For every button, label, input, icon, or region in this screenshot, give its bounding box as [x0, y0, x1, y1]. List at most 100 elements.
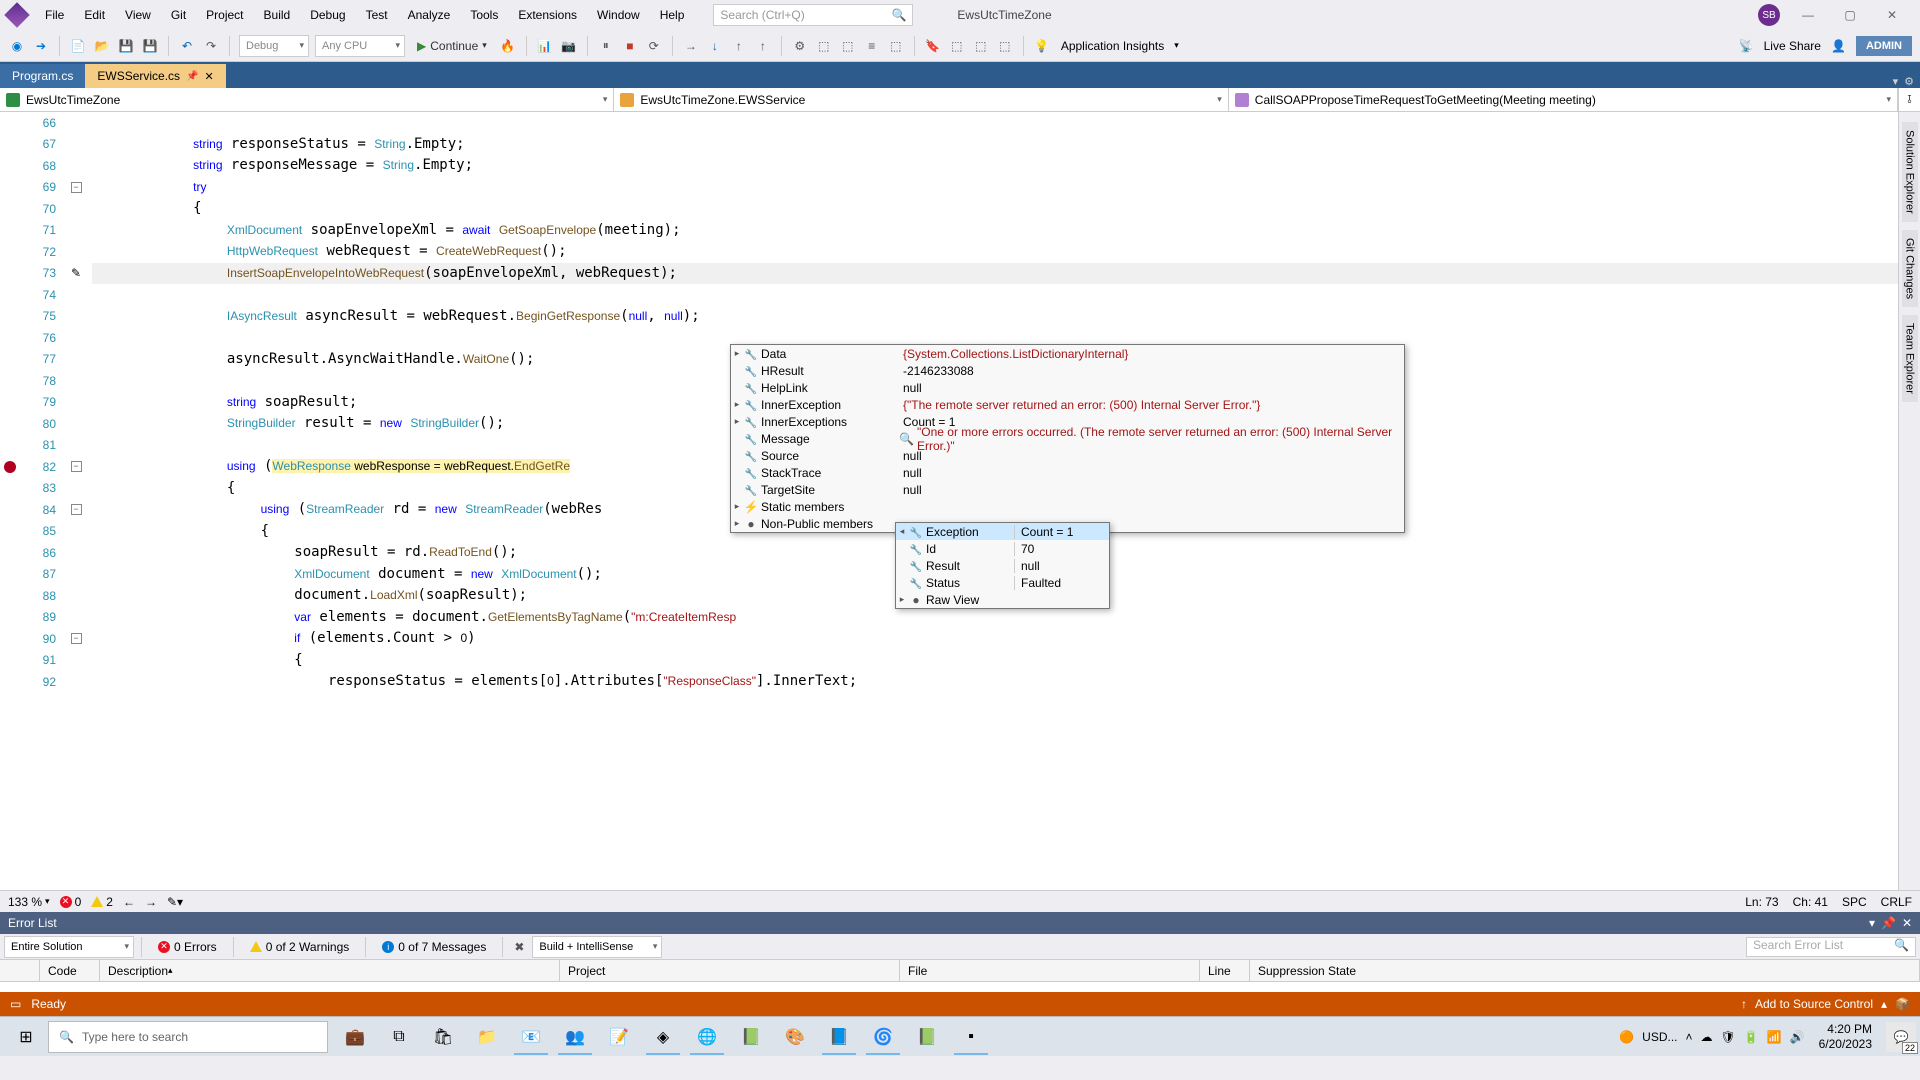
insights-label[interactable]: Application Insights	[1057, 39, 1168, 53]
outlook-icon[interactable]: 📧	[510, 1019, 552, 1055]
start-button[interactable]: ⊞	[4, 1019, 48, 1055]
debugger-datatip-exception[interactable]: ▸Data{System.Collections.ListDictionaryI…	[730, 344, 1405, 533]
wifi-icon[interactable]: 📶	[1767, 1030, 1782, 1044]
close-tab-icon[interactable]: ✕	[205, 70, 214, 83]
menu-project[interactable]: Project	[197, 3, 252, 27]
maximize-button[interactable]: ▢	[1830, 3, 1870, 27]
errlist-clear-icon[interactable]: ✖	[510, 938, 528, 956]
save-icon[interactable]: 💾	[117, 37, 135, 55]
menu-analyze[interactable]: Analyze	[399, 3, 460, 27]
pin-icon[interactable]: 📌	[186, 71, 198, 82]
i6-icon[interactable]: ⬚	[948, 37, 966, 55]
restart-icon[interactable]: ⟳	[645, 37, 663, 55]
tab-ewsservice[interactable]: EWSService.cs 📌 ✕	[85, 64, 225, 88]
dbg-prop-message[interactable]: Message🔍"One or more errors occurred. (T…	[731, 430, 1404, 447]
liveshare-label[interactable]: Live Share	[1764, 39, 1821, 53]
add-source-chevron-icon[interactable]: ▴	[1881, 997, 1887, 1011]
errlist-build-dropdown[interactable]: Build + IntelliSense	[532, 936, 662, 958]
stop-icon[interactable]: ■	[621, 37, 639, 55]
paint-icon[interactable]: 🎨	[774, 1019, 816, 1055]
security-icon[interactable]: 🛡	[1721, 1030, 1736, 1044]
i3-icon[interactable]: ⬚	[839, 37, 857, 55]
fold-icon[interactable]: −	[71, 504, 82, 515]
i8-icon[interactable]: ⬚	[996, 37, 1014, 55]
dbg-prop-targetsite[interactable]: TargetSitenull	[731, 481, 1404, 498]
step-icon[interactable]: ↑	[754, 37, 772, 55]
errlist-col-file[interactable]: File	[900, 960, 1200, 981]
repo-icon[interactable]: 📦	[1895, 997, 1910, 1011]
tray-overflow-icon[interactable]: ˄	[1686, 1030, 1693, 1044]
pause-icon[interactable]: ⏸	[597, 37, 615, 55]
i4-icon[interactable]: ≡	[863, 37, 881, 55]
debugger-datatip-task[interactable]: ◂ExceptionCount = 1Id70ResultnullStatusF…	[895, 522, 1110, 609]
dbg-prop-helplink[interactable]: HelpLinknull	[731, 379, 1404, 396]
errors-filter[interactable]: ✕0 Errors	[149, 937, 226, 957]
menu-tools[interactable]: Tools	[461, 3, 507, 27]
person-icon[interactable]: 👤	[1831, 39, 1846, 53]
close-button[interactable]: ✕	[1872, 3, 1912, 27]
errlist-col-project[interactable]: Project	[560, 960, 900, 981]
open-icon[interactable]: 📂	[93, 37, 111, 55]
step-over-icon[interactable]: ↓	[706, 37, 724, 55]
code-line[interactable]	[92, 112, 1898, 134]
code-line[interactable]: string responseMessage = String.Empty;	[92, 155, 1898, 177]
code-line[interactable]: XmlDocument soapEnvelopeXml = await GetS…	[92, 220, 1898, 242]
bulb-icon[interactable]: 💡	[1033, 37, 1051, 55]
error-list-title-bar[interactable]: Error List ▾ 📌 ✕	[0, 912, 1920, 934]
class-dropdown[interactable]: EwsUtcTimeZone.EWSService ▾	[614, 88, 1228, 111]
ico2[interactable]: 📷	[560, 37, 578, 55]
config-dropdown[interactable]: Debug	[239, 35, 309, 57]
indent-indicator[interactable]: SPC	[1842, 895, 1867, 909]
zoom-dropdown[interactable]: 133 % ▾	[8, 895, 50, 909]
step-out-icon[interactable]: ↑	[730, 37, 748, 55]
bookmark-icon[interactable]: 🔖	[924, 37, 942, 55]
error-count[interactable]: ✕ 0	[60, 895, 82, 909]
errlist-col-line[interactable]: Line	[1200, 960, 1250, 981]
terminal-icon[interactable]: ▪	[950, 1019, 992, 1055]
i5-icon[interactable]: ⬚	[887, 37, 905, 55]
breakpoint-icon[interactable]	[4, 461, 16, 473]
errlist-col-code[interactable]: Code	[40, 960, 100, 981]
namespace-dropdown[interactable]: EwsUtcTimeZone ▾	[0, 88, 614, 111]
dbg-prop-hresult[interactable]: HResult-2146233088	[731, 362, 1404, 379]
fold-icon[interactable]: −	[71, 461, 82, 472]
menu-build[interactable]: Build	[255, 3, 300, 27]
errlist-dropdown-icon[interactable]: ▾	[1869, 916, 1875, 930]
npp-icon[interactable]: 📗	[730, 1019, 772, 1055]
dbg-prop-source[interactable]: Sourcenull	[731, 447, 1404, 464]
code-line[interactable]: try	[92, 177, 1898, 199]
code-line[interactable]: var elements = document.GetElementsByTag…	[92, 607, 1898, 629]
visualstudio-icon[interactable]: ◈	[642, 1019, 684, 1055]
taskview-icon[interactable]: ⧉	[378, 1019, 420, 1055]
warning-count[interactable]: 2	[91, 895, 113, 909]
menu-edit[interactable]: Edit	[75, 3, 114, 27]
dbg-task-result[interactable]: Resultnull	[896, 557, 1109, 574]
split-icon[interactable]: ⫱	[1898, 88, 1920, 111]
code-line[interactable]: InsertSoapEnvelopeIntoWebRequest(soapEnv…	[92, 263, 1898, 285]
char-indicator[interactable]: Ch: 41	[1793, 895, 1828, 909]
i1-icon[interactable]: ⚙	[791, 37, 809, 55]
lineending-indicator[interactable]: CRLF	[1881, 895, 1912, 909]
excel-icon[interactable]: 📗	[906, 1019, 948, 1055]
hot-reload-icon[interactable]: 🔥	[499, 37, 517, 55]
news-icon[interactable]: 🟠	[1619, 1030, 1634, 1044]
code-line[interactable]: {	[92, 198, 1898, 220]
briefcase-icon[interactable]: 💼	[334, 1019, 376, 1055]
tab-overflow-icon[interactable]: ▾	[1893, 75, 1899, 88]
ico1[interactable]: 📊	[536, 37, 554, 55]
store-icon[interactable]: 🛍	[422, 1019, 464, 1055]
notes-icon[interactable]: 📝	[598, 1019, 640, 1055]
sidetab-git-changes[interactable]: Git Changes	[1902, 230, 1918, 307]
menu-window[interactable]: Window	[588, 3, 649, 27]
dbg-prop-stacktrace[interactable]: StackTracenull	[731, 464, 1404, 481]
menu-view[interactable]: View	[116, 3, 160, 27]
menu-test[interactable]: Test	[357, 3, 397, 27]
warnings-filter[interactable]: 0 of 2 Warnings	[241, 937, 359, 957]
teams-icon[interactable]: 👥	[554, 1019, 596, 1055]
user-avatar[interactable]: SB	[1758, 4, 1780, 26]
nav-back-small-icon[interactable]: ←	[123, 895, 135, 909]
errlist-close-icon[interactable]: ✕	[1902, 916, 1912, 930]
minimize-button[interactable]: —	[1788, 3, 1828, 27]
pen-icon[interactable]: ✎▾	[167, 895, 183, 909]
errlist-col-icon[interactable]	[0, 960, 40, 981]
